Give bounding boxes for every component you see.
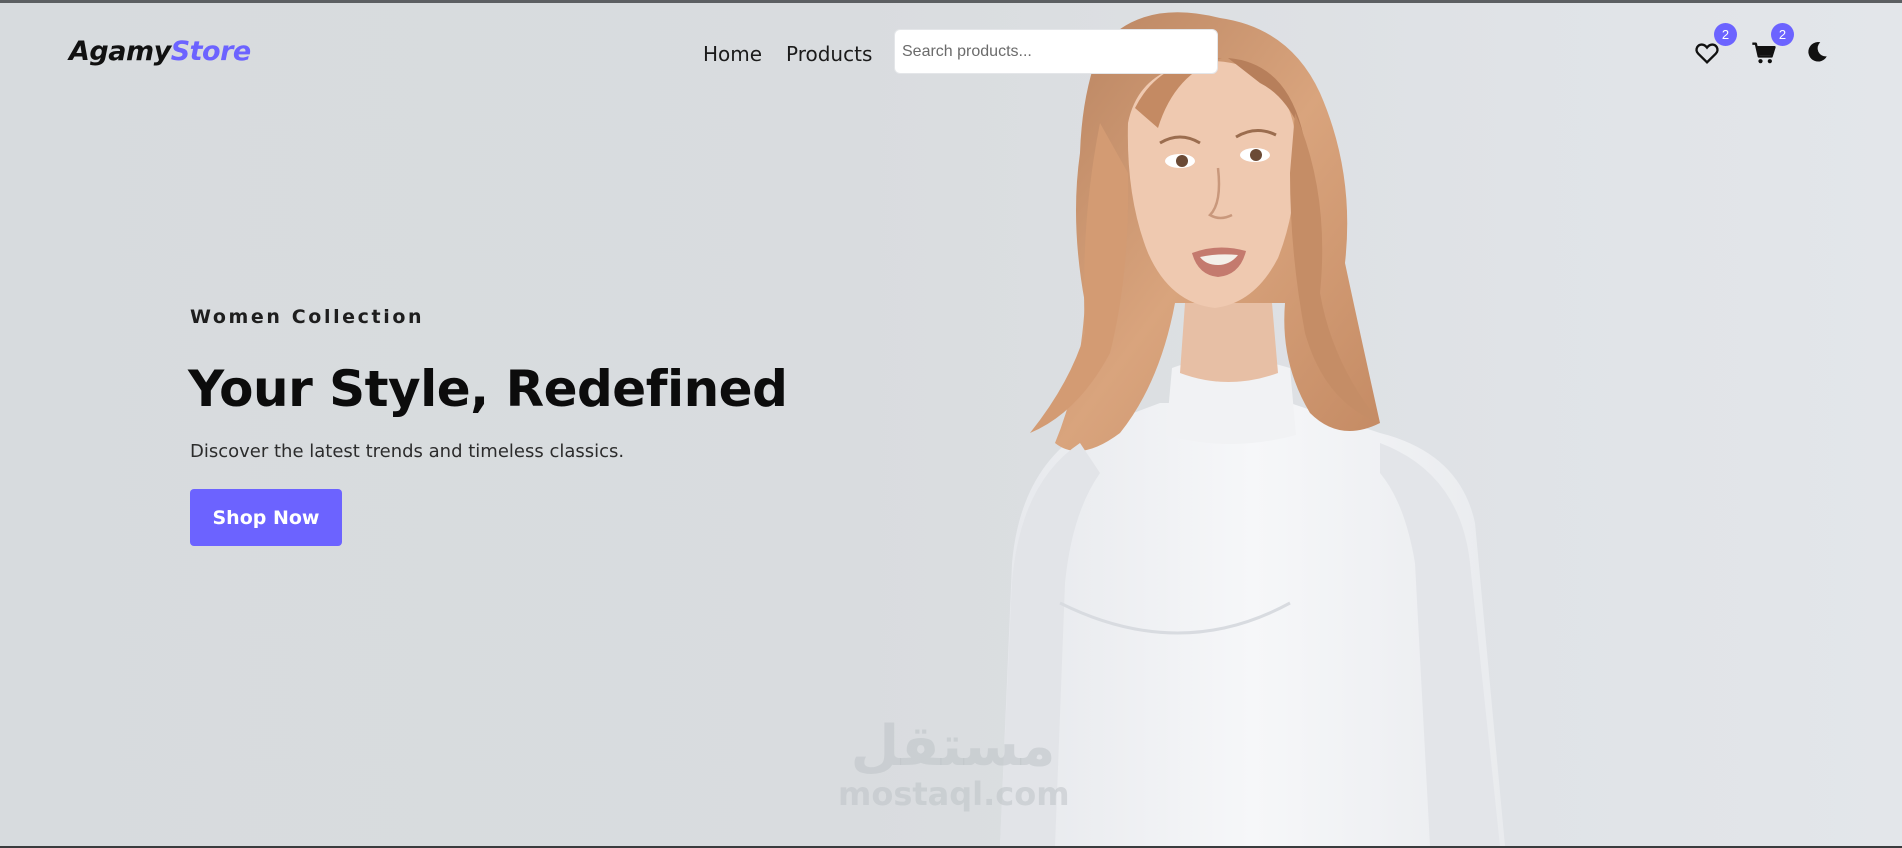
nav-link-products[interactable]: Products <box>786 42 872 66</box>
heart-icon <box>1695 43 1719 64</box>
navbar: AgamyStore Home Products 2 2 <box>0 3 1902 103</box>
brand-logo[interactable]: AgamyStore <box>69 36 251 67</box>
shop-now-button[interactable]: Shop Now <box>190 489 342 546</box>
moon-icon <box>1808 42 1827 62</box>
hero-description: Discover the latest trends and timeless … <box>190 441 625 462</box>
watermark-arabic: مستقل <box>850 714 1056 779</box>
nav-link-home[interactable]: Home <box>703 42 762 66</box>
brand-name-main: Agamy <box>69 36 171 67</box>
watermark: مستقل mostaql.com <box>838 714 1070 813</box>
cart-count-badge: 2 <box>1771 23 1794 46</box>
watermark-latin: mostaql.com <box>838 775 1070 813</box>
theme-toggle-button[interactable] <box>1804 39 1832 67</box>
cart-icon <box>1752 42 1776 64</box>
cart-button[interactable] <box>1750 39 1778 67</box>
hero-subtitle: Women Collection <box>190 306 425 328</box>
wishlist-button[interactable] <box>1693 39 1721 67</box>
wishlist-count-badge: 2 <box>1714 23 1737 46</box>
search-input[interactable] <box>894 29 1218 74</box>
hero-title: Your Style, Redefined <box>188 360 788 418</box>
brand-name-accent: Store <box>170 36 252 67</box>
